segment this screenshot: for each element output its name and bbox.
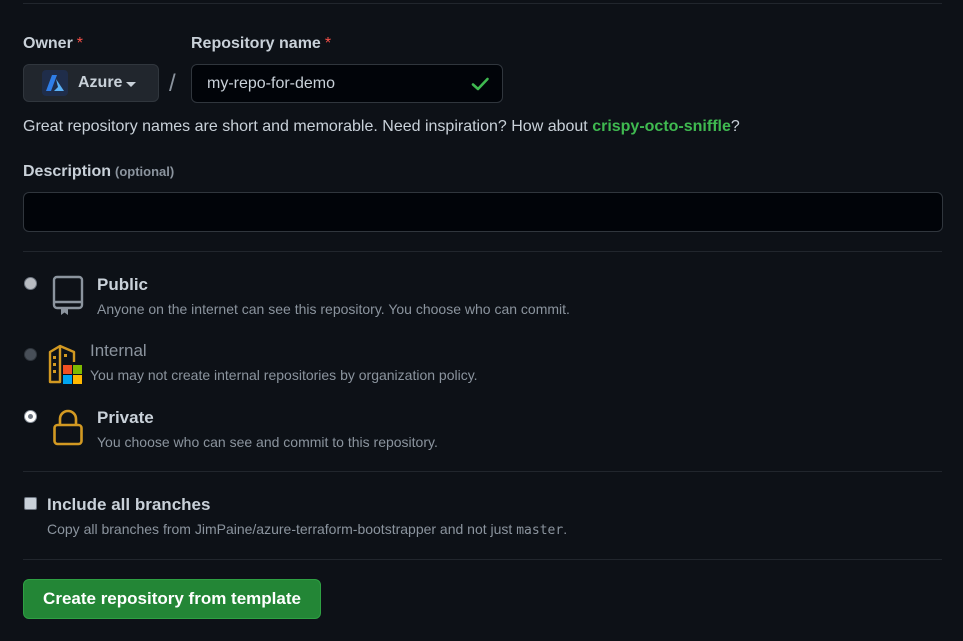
- repo-name-hint: Great repository names are short and mem…: [23, 118, 740, 136]
- name-suggestion-link[interactable]: crispy-octo-sniffle: [592, 118, 731, 135]
- branch-name-code: master: [516, 523, 564, 538]
- repo-name-input[interactable]: my-repo-for-demo: [191, 64, 503, 103]
- owner-label-text: Owner: [23, 35, 73, 52]
- include-branches-desc: Copy all branches from JimPaine/azure-te…: [47, 521, 567, 538]
- description-label: Description (optional): [23, 163, 174, 181]
- public-title: Public: [97, 275, 149, 294]
- owner-value: Azure: [78, 74, 123, 91]
- radio-public[interactable]: [24, 277, 37, 290]
- owner-dropdown[interactable]: Azure: [23, 64, 159, 102]
- description-label-text: Description: [23, 163, 112, 180]
- internal-title: Internal: [90, 341, 147, 360]
- required-mark: *: [324, 35, 332, 52]
- description-input[interactable]: [23, 192, 943, 232]
- repo-name-value: my-repo-for-demo: [207, 74, 336, 92]
- hint-text: Great repository names are short and mem…: [23, 118, 593, 135]
- divider: [23, 471, 942, 472]
- radio-internal[interactable]: [24, 348, 37, 361]
- top-divider: [23, 3, 942, 4]
- repo-icon: [52, 275, 84, 322]
- hint-suffix: ?: [730, 118, 740, 135]
- divider: [23, 251, 942, 252]
- owner-repo-separator: /: [169, 70, 176, 97]
- divider: [23, 559, 942, 560]
- repo-name-label: Repository name *: [191, 35, 331, 53]
- create-repository-button[interactable]: Create repository from template: [23, 579, 321, 619]
- organization-icon: [46, 342, 84, 391]
- azure-logo-icon: [42, 70, 68, 96]
- branches-desc-suffix: .: [563, 521, 568, 537]
- include-branches-label: Include all branches: [47, 495, 211, 514]
- public-desc: Anyone on the internet can see this repo…: [97, 301, 570, 317]
- check-icon: [470, 74, 490, 99]
- optional-tag: (optional): [115, 164, 175, 179]
- radio-private[interactable]: [24, 410, 37, 423]
- private-title: Private: [97, 408, 154, 427]
- repo-name-label-text: Repository name: [191, 35, 321, 52]
- required-mark: *: [76, 35, 84, 52]
- lock-icon: [52, 409, 84, 452]
- include-branches-checkbox[interactable]: [24, 497, 37, 510]
- owner-label: Owner *: [23, 35, 83, 53]
- caret-down-icon: [126, 81, 137, 87]
- internal-desc: You may not create internal repositories…: [90, 367, 478, 383]
- private-desc: You choose who can see and commit to thi…: [97, 434, 438, 450]
- branches-desc-text: Copy all branches from JimPaine/azure-te…: [47, 521, 517, 537]
